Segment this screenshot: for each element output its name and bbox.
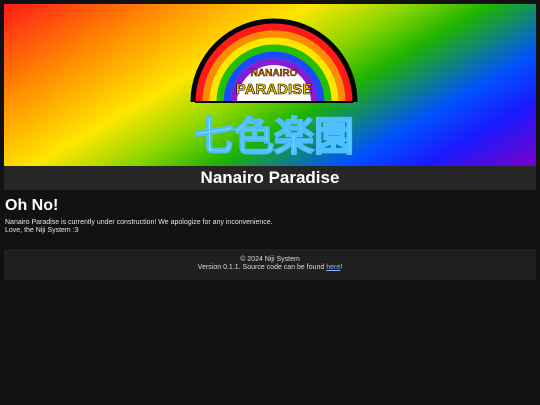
main-content: Oh No! Nanairo Paradise is currently und…	[4, 197, 536, 235]
site-title: Nanairo Paradise	[200, 168, 340, 187]
logo-text-bottom: PARADISE	[236, 81, 312, 98]
logo-image: NANAIRO PARADISE 七色楽園	[190, 18, 358, 161]
logo-kanji: 七色楽園	[194, 114, 354, 160]
copyright-text: © 2024 Niji System	[240, 256, 300, 263]
logo-text-top: NANAIRO	[251, 68, 298, 79]
version-text: Version 0.1.1. Source code can be found	[197, 264, 327, 271]
version-suffix: !	[340, 264, 343, 271]
version-line: Version 0.1.1. Source code can be found …	[4, 264, 536, 272]
footer: © 2024 Niji System Version 0.1.1. Source…	[4, 249, 536, 280]
header-banner: NANAIRO PARADISE 七色楽園	[4, 4, 536, 166]
page: NANAIRO PARADISE 七色楽園 Nanairo Paradise O…	[4, 4, 536, 280]
signoff-text: Love, the Niji System :3	[5, 227, 79, 234]
source-code-link[interactable]: here	[326, 264, 340, 271]
construction-message: Nanairo Paradise is currently under cons…	[5, 219, 273, 226]
site-title-bar: Nanairo Paradise	[4, 166, 536, 190]
page-heading: Oh No!	[5, 197, 59, 214]
